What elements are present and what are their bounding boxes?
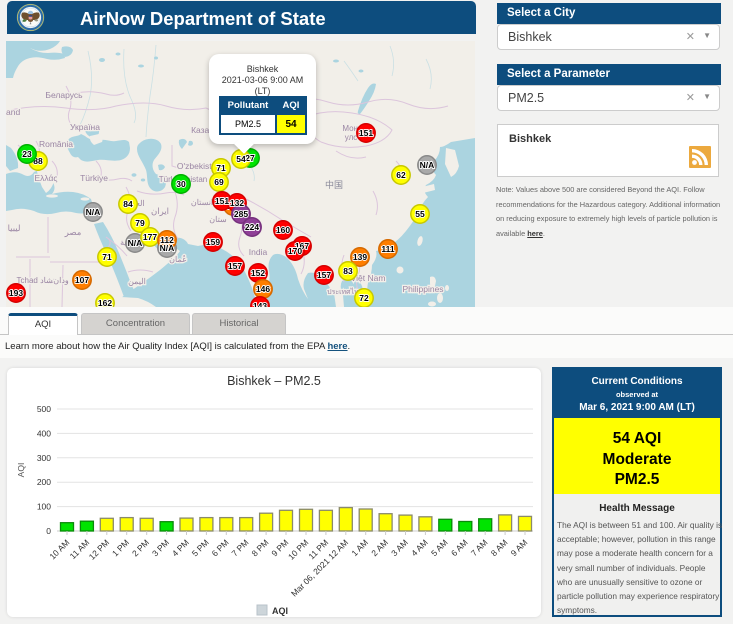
svg-text:107: 107 xyxy=(75,275,89,285)
svg-text:400: 400 xyxy=(37,428,51,438)
svg-text:Tchad تشاد: Tchad تشاد xyxy=(17,276,56,285)
svg-text:中国: 中国 xyxy=(325,179,343,190)
svg-text:N/A: N/A xyxy=(160,243,175,253)
svg-text:151: 151 xyxy=(215,196,229,206)
svg-text:160: 160 xyxy=(276,225,290,235)
svg-text:улс: улс xyxy=(345,133,358,142)
svg-text:55: 55 xyxy=(415,209,425,219)
svg-text:5 AM: 5 AM xyxy=(429,537,450,558)
svg-text:AQI: AQI xyxy=(16,463,26,478)
svg-text:100: 100 xyxy=(37,502,51,512)
svg-text:23: 23 xyxy=(22,149,32,159)
svg-text:193: 193 xyxy=(9,288,23,298)
svg-text:0: 0 xyxy=(46,526,51,536)
svg-text:3 AM: 3 AM xyxy=(389,537,410,558)
svg-text:India: India xyxy=(249,247,268,257)
svg-text:Türkiye: Türkiye xyxy=(80,173,108,183)
svg-text:N/A: N/A xyxy=(86,207,101,217)
svg-text:170: 170 xyxy=(288,246,302,256)
svg-text:146: 146 xyxy=(256,284,270,294)
svg-text:285: 285 xyxy=(234,209,248,219)
svg-text:8 PM: 8 PM xyxy=(249,537,270,558)
svg-text:România: România xyxy=(39,139,73,149)
svg-text:2 PM: 2 PM xyxy=(130,537,151,558)
svg-text:30: 30 xyxy=(176,179,186,189)
svg-text:مصر: مصر xyxy=(64,227,82,238)
svg-text:62: 62 xyxy=(396,170,406,180)
svg-text:500: 500 xyxy=(37,404,51,414)
svg-text:83: 83 xyxy=(343,266,353,276)
svg-text:11 AM: 11 AM xyxy=(68,537,92,561)
svg-text:224: 224 xyxy=(245,222,259,232)
svg-text:Philippines: Philippines xyxy=(402,284,443,294)
svg-text:1 PM: 1 PM xyxy=(110,537,131,558)
svg-text:152: 152 xyxy=(251,268,265,278)
svg-text:4 PM: 4 PM xyxy=(170,537,191,558)
svg-text:84: 84 xyxy=(123,199,133,209)
svg-text:7 PM: 7 PM xyxy=(230,537,251,558)
svg-text:Україна: Україна xyxy=(70,122,100,132)
svg-text:ودان: ودان xyxy=(53,276,69,285)
svg-text:Беларусь: Беларусь xyxy=(45,90,83,100)
svg-text:200: 200 xyxy=(37,477,51,487)
svg-text:12 PM: 12 PM xyxy=(87,537,111,561)
svg-text:4 AM: 4 AM xyxy=(409,537,430,558)
svg-text:132: 132 xyxy=(230,198,244,208)
svg-text:162: 162 xyxy=(98,298,112,307)
svg-text:151: 151 xyxy=(359,128,373,138)
svg-text:9 AM: 9 AM xyxy=(509,537,530,558)
svg-text:79: 79 xyxy=(135,218,145,228)
svg-text:3 PM: 3 PM xyxy=(150,537,171,558)
svg-text:7 AM: 7 AM xyxy=(469,537,490,558)
svg-text:157: 157 xyxy=(228,261,242,271)
svg-text:69: 69 xyxy=(214,177,224,187)
svg-text:71: 71 xyxy=(102,252,112,262)
svg-text:انستان: انستان xyxy=(191,198,213,207)
svg-text:6 PM: 6 PM xyxy=(210,537,231,558)
svg-text:اليمن: اليمن xyxy=(128,277,146,286)
svg-text:ستان: ستان xyxy=(209,215,227,224)
svg-text:72: 72 xyxy=(359,293,369,303)
svg-text:10 AM: 10 AM xyxy=(47,537,71,561)
svg-text:N/A: N/A xyxy=(420,160,435,170)
svg-text:159: 159 xyxy=(206,237,220,247)
svg-text:10 PM: 10 PM xyxy=(286,537,310,561)
svg-text:N/A: N/A xyxy=(128,238,143,248)
svg-text:AQI: AQI xyxy=(272,606,288,616)
svg-text:27: 27 xyxy=(245,153,255,163)
svg-text:143: 143 xyxy=(253,301,267,307)
svg-text:111: 111 xyxy=(381,244,395,254)
svg-text:300: 300 xyxy=(37,453,51,463)
svg-text:2 AM: 2 AM xyxy=(369,537,390,558)
svg-text:ايران: ايران xyxy=(151,206,169,217)
svg-text:Bishkek – PM2.5: Bishkek – PM2.5 xyxy=(227,374,321,388)
svg-text:6 AM: 6 AM xyxy=(449,537,470,558)
svg-text:177: 177 xyxy=(143,232,157,242)
svg-text:8 AM: 8 AM xyxy=(489,537,510,558)
svg-text:139: 139 xyxy=(353,252,367,262)
svg-text:71: 71 xyxy=(216,163,226,173)
svg-text:and: and xyxy=(6,107,20,117)
svg-text:5 PM: 5 PM xyxy=(190,537,211,558)
svg-text:Ελλάς: Ελλάς xyxy=(34,173,57,183)
svg-text:ليبيا: ليبيا xyxy=(8,223,21,233)
svg-text:1 AM: 1 AM xyxy=(349,537,370,558)
svg-text:157: 157 xyxy=(317,270,331,280)
svg-text:54: 54 xyxy=(236,154,246,164)
